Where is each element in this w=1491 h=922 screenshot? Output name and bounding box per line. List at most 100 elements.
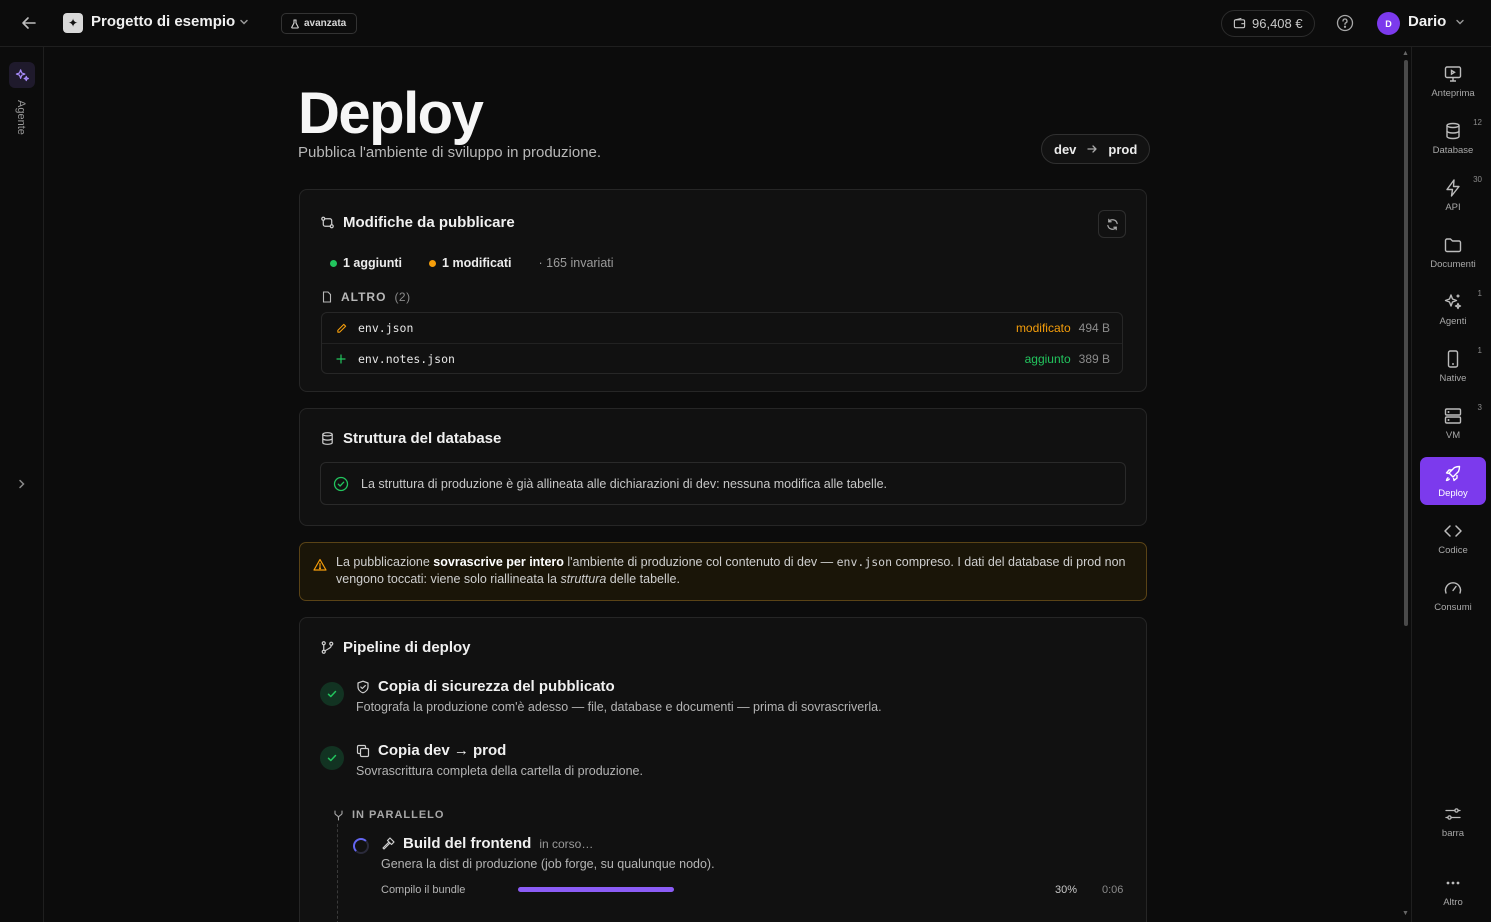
rail-item-count: 1 [1477,346,1482,355]
project-name[interactable]: Progetto di esempio [91,13,235,30]
scroll-down-arrow[interactable]: ▼ [1402,910,1409,917]
agent-button[interactable] [9,62,35,88]
rail-item-deploy[interactable]: Deploy [1420,457,1486,505]
rail-item-anteprima[interactable]: Anteprima [1420,57,1486,105]
build-title-text: Build del frontend [403,835,532,852]
avatar[interactable]: D [1377,12,1400,35]
balance-value: 96,408 € [1252,16,1303,31]
rail-item-consumi[interactable]: Consumi [1420,571,1486,619]
rail-item-vm[interactable]: 3 VM [1420,399,1486,447]
refresh-icon [1106,218,1118,230]
file-list: env.json modificato 494 B env.notes.json… [321,312,1123,374]
rail-item-label: VM [1445,429,1461,441]
rail-item-agenti[interactable]: 1 Agenti [1420,285,1486,333]
stat-added-text: 1 aggiunti [343,256,403,270]
git-compare-icon [321,216,334,229]
file-status: modificato [1015,321,1071,335]
file-size: 494 B [1078,321,1110,335]
rail-item-label: Database [1432,144,1474,156]
env-to: prod [1108,141,1138,157]
rail-item-count: 1 [1477,289,1482,298]
lightning-icon [1446,178,1460,197]
chevron-down-icon[interactable] [1454,16,1466,28]
split-icon [334,809,343,821]
scrollbar-thumb[interactable] [1404,60,1408,626]
hammer-icon [382,836,395,850]
agent-label: Agente [15,100,27,135]
build-title: Build del frontend in corso… [381,835,593,852]
balance-pill[interactable]: 96,408 € [1221,10,1315,37]
sparkles-icon [15,68,29,81]
step-title-text: Copia di sicurezza del pubblicato [378,678,615,695]
rail-item-api[interactable]: 30 API [1420,171,1486,219]
rail-item-codice[interactable]: Codice [1420,514,1486,562]
file-status: aggiunto [1024,351,1071,366]
scroll-up-arrow[interactable]: ▲ [1402,50,1409,57]
chevron-down-icon[interactable] [237,15,251,29]
warning-code: env.json [836,555,893,569]
wallet-icon [1233,17,1246,29]
git-branch-icon [321,641,334,654]
parallel-connector [337,824,338,922]
chevron-right-icon[interactable] [15,477,29,491]
back-arrow-icon[interactable] [19,13,39,33]
build-progress-bar [518,887,1038,892]
pipeline-title: Pipeline di deploy [320,639,471,656]
rail-item-count: 30 [1473,175,1482,184]
phone-icon [1447,349,1459,368]
db-structure-title: Struttura del database [320,430,501,447]
mode-badge[interactable]: avanzata [281,13,358,34]
env-from: dev [1054,141,1077,157]
folder-icon [1444,237,1462,252]
user-name[interactable]: Dario [1408,13,1446,30]
plus-icon [336,353,346,364]
changes-title: Modifiche da pubblicare [320,214,515,231]
database-icon [1446,122,1460,139]
warning-text: La pubblicazione [336,555,434,569]
file-group-header[interactable]: ALTRO (2) [321,290,411,304]
refresh-button[interactable] [1098,210,1126,238]
check-circle-icon [333,476,349,491]
change-stats: 1 aggiunti 1 modificati · 165 invariati [330,256,614,270]
modified-dot-icon [429,259,437,267]
rail-item-documenti[interactable]: Documenti [1420,228,1486,276]
project-logo-icon: ✦ [63,13,83,33]
stat-modified: 1 modificati [429,256,512,270]
warning-text: l'ambiente di produzione col contenuto d… [563,555,837,569]
code-icon [1444,524,1462,537]
file-row[interactable]: env.json modificato 494 B [322,313,1122,343]
rail-item-count: 12 [1473,118,1482,127]
rail-item-native[interactable]: 1 Native [1420,342,1486,390]
build-elapsed: 0:06 [1102,884,1124,896]
step-title: Copia dev → prod [356,742,506,759]
help-icon[interactable] [1336,14,1354,32]
rail-item-label: Deploy [1438,487,1468,499]
env-direction-pill: dev prod [1041,134,1151,164]
build-progress-percent: 30% [1055,884,1078,896]
rail-item-label: Altro [1443,896,1463,908]
shield-icon [357,680,369,693]
rail-item-barra[interactable]: barra [1420,797,1486,845]
rail-item-label: Anteprima [1431,87,1475,99]
changes-title-text: Modifiche da pubblicare [343,214,515,231]
rail-item-label: Documenti [1430,258,1476,270]
arrow-right-icon [1087,145,1098,153]
stat-unchanged: · 165 invariati [538,256,614,270]
rail-item-database[interactable]: 12 Database [1420,114,1486,162]
sliders-icon [1445,807,1461,820]
step-desc: Sovrascrittura completa della cartella d… [356,764,643,778]
stat-added: 1 aggiunti [330,256,402,270]
pencil-icon [337,323,347,333]
right-rail: Anteprima 12 Database 30 API Documenti 1… [1411,47,1491,922]
top-bar: ✦ Progetto di esempio avanzata 96,408 € … [0,0,1491,47]
warning-text: delle tabelle. [606,572,680,586]
monitor-icon [1444,65,1462,82]
file-group-label: ALTRO [341,290,387,304]
added-dot-icon [330,259,337,267]
rail-item-label: Consumi [1434,601,1472,613]
rail-item-altro[interactable]: Altro [1420,866,1486,914]
build-substep-label: Compilo il bundle [381,884,466,896]
db-structure-card: Struttura del database La struttura di p… [299,408,1147,526]
rail-item-label: Native [1439,372,1467,384]
file-row[interactable]: env.notes.json aggiunto 389 B [322,343,1122,373]
